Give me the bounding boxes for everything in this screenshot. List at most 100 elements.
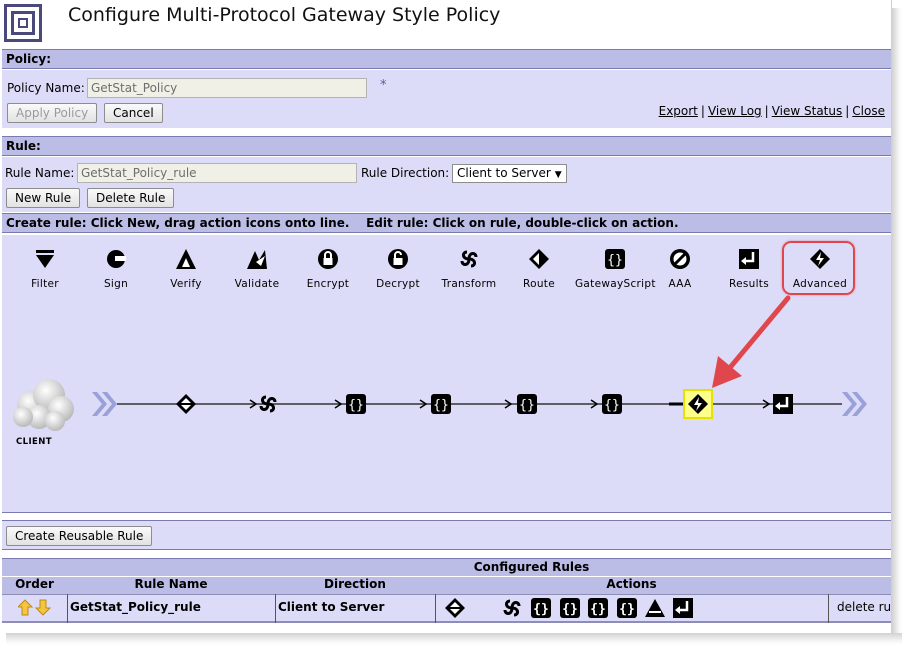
- palette-encrypt[interactable]: Encrypt: [288, 248, 368, 290]
- gatewayscript-icon: {}: [602, 394, 622, 414]
- transform-icon: [429, 248, 509, 270]
- cancel-button[interactable]: Cancel: [104, 103, 163, 123]
- gatewayscript-icon: {}: [346, 394, 366, 414]
- column-header-order: Order: [2, 577, 67, 594]
- svg-text:{}: {}: [348, 398, 364, 413]
- svg-text:{}: {}: [604, 398, 620, 413]
- client-label: CLIENT: [16, 437, 52, 447]
- validate-icon: [217, 248, 297, 270]
- palette-label: Results: [728, 278, 769, 290]
- rule-direction-label: Rule Direction:: [361, 166, 450, 180]
- decrypt-icon: [358, 248, 438, 270]
- palette-label: AAA: [668, 278, 692, 290]
- callout-highlight: [782, 241, 855, 295]
- svg-text:{}: {}: [607, 253, 623, 268]
- palette-verify[interactable]: Verify: [146, 248, 226, 290]
- rule-action-gatewayscript-3[interactable]: {}: [516, 393, 538, 418]
- verify-icon: [146, 248, 226, 270]
- palette-label: Route: [523, 278, 555, 290]
- palette-label: Filter: [31, 278, 59, 290]
- export-link[interactable]: Export: [659, 104, 698, 118]
- configured-rules-title: Configured Rules: [2, 558, 891, 576]
- rule-name-label: Rule Name:: [5, 166, 75, 180]
- window-shadow: [6, 633, 902, 645]
- rule-action-gatewayscript-2[interactable]: {}: [430, 393, 452, 418]
- route-icon: [176, 394, 196, 414]
- transform-icon: [259, 395, 277, 413]
- apply-policy-button[interactable]: Apply Policy: [7, 103, 98, 123]
- svg-text:{}: {}: [519, 398, 535, 413]
- column-header-rule-name: Rule Name: [67, 577, 275, 594]
- create-reusable-rule-button[interactable]: Create Reusable Rule: [6, 526, 153, 546]
- required-marker: *: [380, 78, 387, 93]
- aaa-icon: [640, 248, 720, 270]
- gatewayscript-icon: {}: [531, 598, 551, 618]
- close-link[interactable]: Close: [852, 104, 885, 118]
- callout-arrow: [712, 295, 791, 388]
- column-header-direction: Direction: [275, 577, 435, 594]
- dropdown-arrow-icon: ▼: [554, 170, 562, 180]
- column-header-actions: Actions: [435, 577, 828, 594]
- results-icon: [673, 598, 693, 618]
- palette-filter[interactable]: Filter: [5, 248, 85, 290]
- policy-editor-window: Configure Multi-Protocol Gateway Style P…: [0, 0, 892, 633]
- actions-cell: {} {} {} {}: [435, 594, 828, 623]
- column-header-delete: [828, 577, 891, 594]
- new-rule-button[interactable]: New Rule: [6, 188, 81, 208]
- policy-links: Export | View Log | View Status | Close: [658, 104, 885, 118]
- rule-name-cell[interactable]: GetStat_Policy_rule: [67, 594, 275, 623]
- transform-icon: [503, 599, 521, 617]
- palette-label: Transform: [441, 278, 497, 290]
- sign-icon: [76, 248, 156, 270]
- rule-instructions: Create rule: Click New, drag action icon…: [2, 213, 891, 233]
- rule-section-header: Rule:: [2, 136, 891, 156]
- svg-text:{}: {}: [562, 602, 578, 617]
- gatewayscript-icon: {}: [517, 394, 537, 414]
- view-log-link[interactable]: View Log: [708, 104, 762, 118]
- rule-name-field[interactable]: GetStat_Policy_rule: [77, 163, 357, 183]
- svg-text:{}: {}: [433, 398, 449, 413]
- rule-action-gatewayscript-1[interactable]: {}: [345, 393, 367, 418]
- delete-rule-button[interactable]: Delete Rule: [87, 188, 175, 208]
- page-title: Configure Multi-Protocol Gateway Style P…: [68, 4, 501, 26]
- rule-action-route[interactable]: [175, 393, 197, 418]
- rule-direction-value: Client to Server: [457, 166, 551, 180]
- palette-route[interactable]: Route: [499, 248, 579, 290]
- gatewayscript-icon: {}: [588, 598, 608, 618]
- palette-decrypt[interactable]: Decrypt: [358, 248, 438, 290]
- gatewayscript-icon: {}: [617, 598, 637, 618]
- palette-label: Sign: [103, 278, 129, 290]
- direction-cell: Client to Server: [275, 594, 435, 623]
- palette-transform[interactable]: Transform: [429, 248, 509, 290]
- product-logo-icon: [4, 4, 42, 42]
- rule-action-transform[interactable]: [257, 393, 279, 418]
- palette-validate[interactable]: Validate: [217, 248, 297, 290]
- svg-text:{}: {}: [533, 602, 549, 617]
- move-down-icon: [34, 599, 52, 616]
- route-icon: [499, 248, 579, 270]
- palette-label: Encrypt: [306, 278, 350, 290]
- palette-label: Validate: [234, 278, 280, 290]
- gatewayscript-icon: {}: [560, 598, 580, 618]
- view-status-link[interactable]: View Status: [772, 104, 843, 118]
- rule-action-gatewayscript-4[interactable]: {}: [601, 393, 623, 418]
- route-icon: [445, 598, 465, 618]
- palette-sign[interactable]: Sign: [76, 248, 156, 290]
- gatewayscript-icon: {}: [431, 394, 451, 414]
- encrypt-icon: [288, 248, 368, 270]
- move-up-icon: [16, 599, 34, 616]
- window-shadow: [892, 8, 902, 638]
- order-cell: [2, 594, 67, 623]
- rule-direction-select[interactable]: Client to Server ▼: [452, 164, 567, 183]
- results-icon: [709, 248, 789, 270]
- policy-section-header: Policy:: [2, 49, 891, 69]
- policy-name-field[interactable]: GetStat_Policy: [87, 78, 367, 98]
- client-cloud-icon: [13, 379, 74, 431]
- palette-aaa[interactable]: AAA: [640, 248, 720, 290]
- svg-text:{}: {}: [590, 602, 606, 617]
- delete-rule-link[interactable]: delete ru: [828, 594, 891, 623]
- palette-results[interactable]: Results: [709, 248, 789, 290]
- svg-text:{}: {}: [619, 602, 635, 617]
- palette-label: Verify: [170, 278, 202, 290]
- filter-icon: [5, 248, 85, 270]
